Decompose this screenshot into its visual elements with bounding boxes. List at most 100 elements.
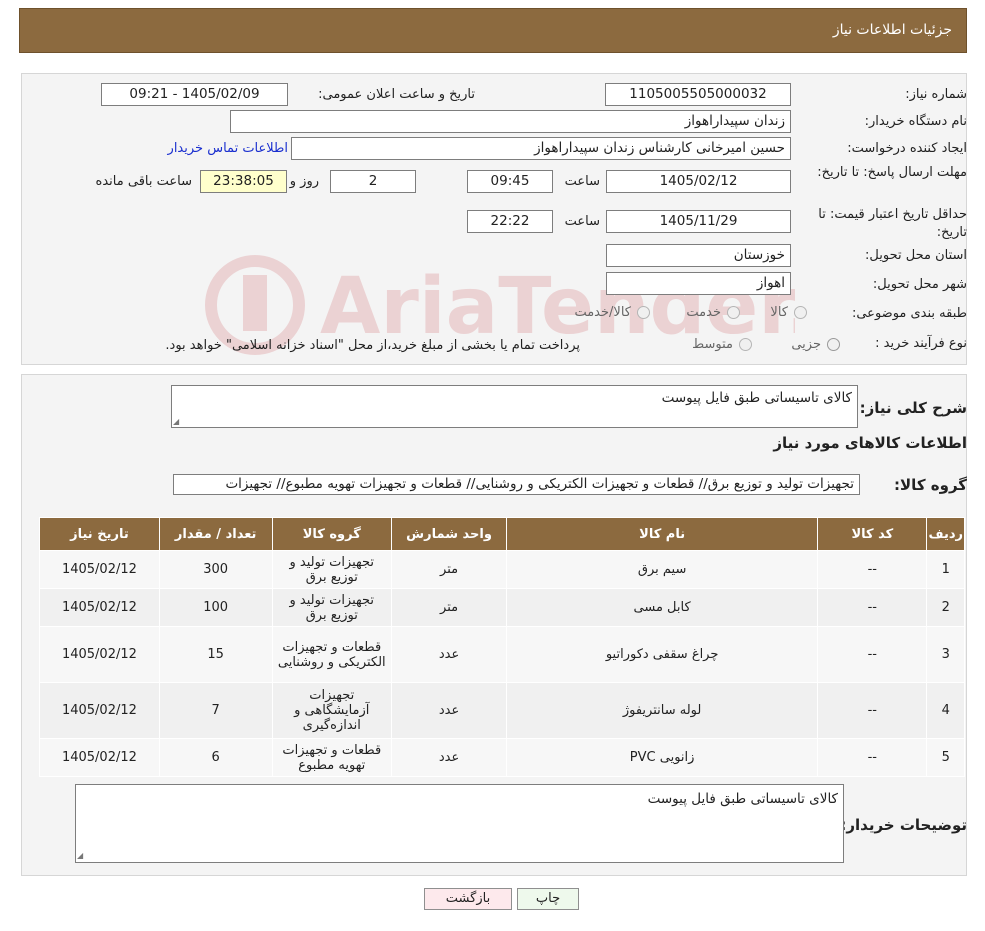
cell-row: 4: [926, 682, 965, 739]
category-radio-service[interactable]: خدمت: [686, 305, 740, 320]
creator-field: حسین امیرخانی کارشناس زندان سپیداراهواز: [291, 137, 791, 160]
print-button[interactable]: چاپ: [517, 888, 579, 910]
buyer-field: زندان سپیداراهواز: [230, 110, 791, 133]
cell-code: --: [817, 682, 928, 739]
deadline-date-field: 1405/02/12: [606, 170, 791, 193]
description-field: کالای تاسیساتی طبق فایل پیوست: [171, 385, 858, 428]
col-date: تاریخ نیاز: [39, 517, 160, 551]
validity-time-label: ساعت: [564, 214, 600, 229]
cell-code: --: [817, 550, 928, 589]
cell-row: 2: [926, 588, 965, 627]
cell-group: تجهیزات تولید و توزیع برق: [271, 550, 393, 589]
cell-row: 1: [926, 550, 965, 589]
remaining-time-field: 23:38:05: [200, 170, 287, 193]
cell-code: --: [817, 626, 928, 683]
cell-group: قطعات و تجهیزات تهویه مطبوع: [271, 738, 393, 777]
cell-code: --: [817, 738, 928, 777]
cell-date: 1405/02/12: [39, 738, 160, 777]
days-label: روز و: [289, 174, 319, 189]
process-radio-medium[interactable]: متوسط: [692, 337, 752, 352]
need-number-field: 1105005505000032: [605, 83, 791, 106]
cell-group: تجهیزات تولید و توزیع برق: [271, 588, 393, 627]
cell-qty: 7: [158, 682, 273, 739]
cell-group: تجهیزات آزمایشگاهی و اندازه‌گیری: [271, 682, 393, 739]
col-group: گروه کالا: [271, 517, 393, 551]
validity-time-field: 22:22: [467, 210, 553, 233]
cell-date: 1405/02/12: [39, 588, 160, 627]
process-radio-minor[interactable]: جزیی: [791, 337, 840, 352]
cell-unit: متر: [391, 550, 508, 589]
table-row: 4 -- لوله سانتریفوژ عدد تجهیزات آزمایشگا…: [39, 682, 965, 739]
announce-datetime-field: 1405/02/09 - 09:21: [101, 83, 288, 106]
cell-qty: 6: [158, 738, 273, 777]
col-unit: واحد شمارش: [391, 517, 508, 551]
need-number-label: شماره نیاز:: [905, 87, 967, 102]
goods-heading: اطلاعات کالاهای مورد نیاز: [773, 434, 967, 452]
radio-circle[interactable]: [827, 338, 840, 351]
validity-label: حداقل تاریخ اعتبار قیمت: تا تاریخ:: [818, 207, 967, 240]
process-note: پرداخت تمام یا بخشی از مبلغ خرید،از محل …: [165, 338, 580, 353]
cell-code: --: [817, 588, 928, 627]
cell-name: کابل مسی: [506, 588, 819, 627]
cell-row: 3: [926, 626, 965, 683]
cell-name: لوله سانتریفوژ: [506, 682, 819, 739]
city-field: اهواز: [606, 272, 791, 295]
goods-group-field: تجهیزات تولید و توزیع برق// قطعات و تجهی…: [173, 474, 860, 495]
goods-group-label: گروه کالا:: [894, 476, 967, 494]
table-row: 1 -- سیم برق متر تجهیزات تولید و توزیع ب…: [39, 550, 965, 589]
cell-unit: عدد: [391, 626, 508, 683]
goods-table: ردیف کد کالا نام کالا واحد شمارش گروه کا…: [39, 517, 965, 777]
buyer-label: نام دستگاه خریدار:: [864, 114, 967, 129]
cell-date: 1405/02/12: [39, 550, 160, 589]
back-button[interactable]: بازگشت: [424, 888, 512, 910]
radio-circle[interactable]: [727, 306, 740, 319]
announce-label: تاریخ و ساعت اعلان عمومی:: [318, 87, 475, 102]
province-label: استان محل تحویل:: [865, 248, 967, 263]
col-code: کد کالا: [817, 517, 928, 551]
cell-group: قطعات و تجهیزات الکتریکی و روشنایی: [271, 626, 393, 683]
page-title: جزئیات اطلاعات نیاز: [832, 22, 952, 38]
cell-name: چراغ سقفی دکوراتیو: [506, 626, 819, 683]
process-label: نوع فرآیند خرید :: [875, 336, 967, 351]
radio-circle[interactable]: [794, 306, 807, 319]
table-row: 3 -- چراغ سقفی دکوراتیو عدد قطعات و تجهی…: [39, 626, 965, 683]
buyer-contact-link[interactable]: اطلاعات تماس خریدار: [168, 141, 288, 156]
deadline-time-label: ساعت: [564, 174, 600, 189]
buyer-notes-label: توضیحات خریدار:: [840, 816, 967, 834]
cell-qty: 100: [158, 588, 273, 627]
cell-name: سیم برق: [506, 550, 819, 589]
cell-row: 5: [926, 738, 965, 777]
category-label: طبقه بندی موضوعی:: [851, 306, 967, 321]
radio-circle[interactable]: [739, 338, 752, 351]
province-field: خوزستان: [606, 244, 791, 267]
days-field: 2: [330, 170, 416, 193]
cell-name: زانویی PVC: [506, 738, 819, 777]
page-header: جزئیات اطلاعات نیاز: [19, 8, 967, 53]
cell-date: 1405/02/12: [39, 682, 160, 739]
validity-date-field: 1405/11/29: [606, 210, 791, 233]
cell-qty: 300: [158, 550, 273, 589]
category-radio-goods[interactable]: کالا: [770, 305, 807, 320]
cell-date: 1405/02/12: [39, 626, 160, 683]
resize-handle-icon[interactable]: ◢: [173, 418, 181, 426]
creator-label: ایجاد کننده درخواست:: [847, 141, 967, 156]
col-name: نام کالا: [506, 517, 819, 551]
cell-unit: متر: [391, 588, 508, 627]
cell-unit: عدد: [391, 738, 508, 777]
col-qty: تعداد / مقدار: [158, 517, 273, 551]
category-radio-goods-service[interactable]: کالا/خدمت: [574, 305, 650, 320]
city-label: شهر محل تحویل:: [872, 277, 967, 292]
table-row: 2 -- کابل مسی متر تجهیزات تولید و توزیع …: [39, 588, 965, 627]
deadline-time-field: 09:45: [467, 170, 553, 193]
buyer-notes-field: کالای تاسیساتی طبق فایل پیوست: [75, 784, 844, 863]
remaining-label: ساعت باقی مانده: [95, 174, 192, 189]
radio-circle[interactable]: [637, 306, 650, 319]
description-label: شرح کلی نیاز:: [859, 399, 967, 417]
table-header-row: ردیف کد کالا نام کالا واحد شمارش گروه کا…: [39, 517, 965, 551]
deadline-label: مهلت ارسال پاسخ: تا تاریخ:: [817, 165, 967, 180]
cell-unit: عدد: [391, 682, 508, 739]
col-row: ردیف: [926, 517, 965, 551]
table-row: 5 -- زانویی PVC عدد قطعات و تجهیزات تهوی…: [39, 738, 965, 777]
cell-qty: 15: [158, 626, 273, 683]
resize-handle-icon[interactable]: ◢: [77, 852, 85, 860]
